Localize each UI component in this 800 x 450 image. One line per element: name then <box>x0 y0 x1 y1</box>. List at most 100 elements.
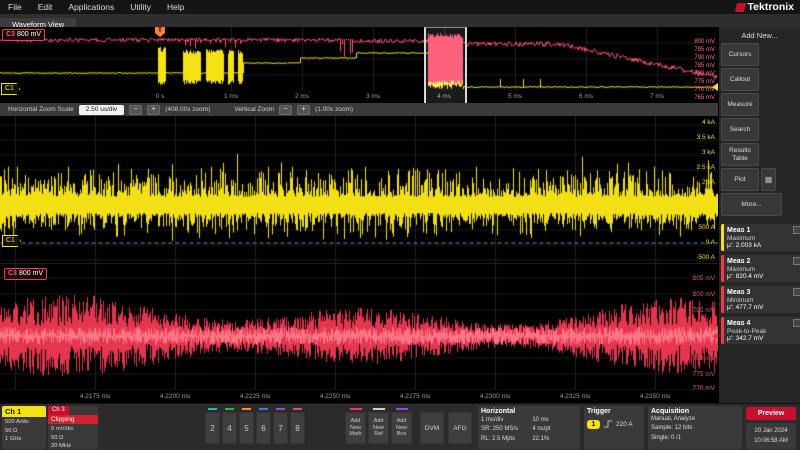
menu-bar: File Edit Applications Utility Help Tekt… <box>0 0 800 14</box>
ch3-label: C3 <box>8 270 17 277</box>
ch3-zoom-waveform-canvas[interactable] <box>0 264 718 391</box>
horizontal-zoom-plus-button[interactable]: + <box>147 105 160 115</box>
acquisition-mode: Manual, Analyze <box>651 415 739 424</box>
vertical-zoom-label: Vertical Zoom <box>234 106 274 113</box>
channel-7-button[interactable]: 7 <box>273 412 288 444</box>
ch1-bandwidth: 1 GHz <box>5 435 43 444</box>
apps-grid-icon-button[interactable]: ▦ <box>761 168 776 191</box>
callout-button[interactable]: Callout <box>721 68 759 91</box>
overview-axis-label: 785 mV <box>694 63 715 69</box>
zoom-view-ch1: 4 kA 3.5 kA 3 kA 2.5 kA 2 kA 1.5 kA 1 kA… <box>0 116 718 263</box>
horizontal-zoom-scale-label: Horizontal Zoom Scale <box>8 106 74 113</box>
channel-8-button[interactable]: 8 <box>290 412 305 444</box>
overview-axis-label: 780 mV <box>694 71 715 77</box>
channel-4-button[interactable]: 4 <box>222 412 237 444</box>
meas-3-badge[interactable]: Meas 3 Minimum μ': 477.7 mV <box>721 286 800 313</box>
tektronix-logo-text: Tektronix <box>748 1 794 13</box>
zoom-time-label: 4.2300 ms <box>480 393 510 400</box>
ch3-bandwidth: 20 MHz <box>51 442 95 449</box>
acquisition-single: Single: 0 /1 <box>651 434 739 443</box>
add-new-ref-line2: Ref <box>374 431 383 438</box>
meas-4-badge[interactable]: Meas 4 Peak-to-Peak μ': 342.7 mV <box>721 317 800 344</box>
overview-panel: 0 s 1 ms 2 ms 3 ms 4 ms 5 ms 6 ms 7 ms 8… <box>0 27 718 103</box>
ch3-label: C3 <box>6 31 15 38</box>
meas-1-name: Meas 1 <box>727 227 750 234</box>
dvm-button[interactable]: DVM <box>420 412 444 444</box>
oscilloscope-screen: File Edit Applications Utility Help Tekt… <box>0 0 800 450</box>
overview-ch1-marker[interactable]: C1 <box>1 83 20 95</box>
bus-color-icon <box>396 408 408 410</box>
vertical-zoom-minus-button[interactable]: − <box>279 105 292 115</box>
channel-5-button[interactable]: 5 <box>239 412 254 444</box>
overview-time-label: 0 s <box>156 93 165 100</box>
meas-expand-icon[interactable] <box>793 319 800 327</box>
zoom-time-label: 4.2275 ms <box>400 393 430 400</box>
zoom-time-label: 4.2175 ms <box>80 393 110 400</box>
acquisition-sample: Sample: 12 bits <box>651 424 739 433</box>
preview-button[interactable]: Preview <box>746 407 796 420</box>
add-new-ref-button[interactable]: Add New Ref <box>368 412 389 444</box>
meas-expand-icon[interactable] <box>793 288 800 296</box>
cursors-button[interactable]: Cursors <box>721 43 759 66</box>
plot-button[interactable]: Plot <box>721 168 759 191</box>
overview-time-label: 5 ms <box>508 93 522 100</box>
overview-axis-label: 800 mV <box>694 39 715 45</box>
meas-1-type: Maximum <box>727 235 800 242</box>
menu-utility[interactable]: Utility <box>130 2 151 12</box>
trigger-settings-badge[interactable]: Trigger 1 220 A <box>584 406 644 449</box>
meas-1-badge[interactable]: Meas 1 Maximum μ': 2.003 kA <box>721 224 800 251</box>
add-new-bus-line1: Add New <box>392 418 411 431</box>
add-new-title: Add New... <box>719 31 800 40</box>
ch7-color-icon <box>276 408 285 410</box>
add-new-math-line2: Math <box>349 431 361 438</box>
horizontal-zoom-minus-button[interactable]: − <box>129 105 142 115</box>
overview-waveform-canvas[interactable] <box>0 27 718 103</box>
afg-button[interactable]: AFG <box>448 412 472 444</box>
horizontal-title: Horizontal <box>481 408 577 415</box>
meas-2-badge[interactable]: Meas 2 Maximum μ': 820.4 mV <box>721 255 800 282</box>
ch1-ground-marker[interactable]: C1 <box>2 235 21 247</box>
overview-axis-label: 765 mV <box>694 95 715 101</box>
add-new-math-button[interactable]: Add New Math <box>345 412 366 444</box>
meas-4-value: μ': 342.7 mV <box>727 335 800 342</box>
meas-2-value: μ': 820.4 mV <box>727 273 800 280</box>
add-new-math-line1: Add New <box>346 418 365 431</box>
zoom-time-label: 4.2225 ms <box>240 393 270 400</box>
menu-file[interactable]: File <box>8 2 22 12</box>
ch1-zoom-waveform-canvas[interactable] <box>0 116 718 263</box>
ch3-zoom-badge[interactable]: C3800 mV <box>4 268 47 280</box>
menu-help[interactable]: Help <box>167 2 184 12</box>
trigger-title: Trigger <box>587 408 641 415</box>
ch3-settings-badge[interactable]: Ch 3 Clipping 5 mV/div 50 Ω 20 MHz <box>48 406 98 449</box>
overview-time-label: 7 ms <box>650 93 664 100</box>
zoom-selection-box[interactable] <box>424 27 467 103</box>
zoom-view-ch3: 805 mV 800 mV 795 mV 790 mV 785 mV 780 m… <box>0 263 718 391</box>
meas-expand-icon[interactable] <box>793 226 800 234</box>
meas-3-value: μ': 477.7 mV <box>727 304 800 311</box>
trigger-source-badge: 1 <box>587 420 600 429</box>
datetime-badge[interactable]: 20 Jan 2024 10:06:58 AM <box>746 423 796 449</box>
add-new-bus-button[interactable]: Add New Bus <box>391 412 412 444</box>
meas-2-name: Meas 2 <box>727 258 750 265</box>
menu-edit[interactable]: Edit <box>38 2 53 12</box>
search-button[interactable]: Search <box>721 118 759 141</box>
tektronix-logo-icon <box>734 3 745 12</box>
more-button[interactable]: More... <box>721 193 782 216</box>
channel-2-button[interactable]: 2 <box>205 412 220 444</box>
zoom-time-label: 4.2325 ms <box>560 393 590 400</box>
results-table-button[interactable]: Results Table <box>721 143 759 166</box>
channel-6-button[interactable]: 6 <box>256 412 271 444</box>
overview-ch3-badge[interactable]: C3800 mV <box>2 29 45 41</box>
measure-button[interactable]: Measure <box>721 93 759 116</box>
vertical-zoom-factor: (1.00x zoom) <box>315 106 353 113</box>
vertical-zoom-plus-button[interactable]: + <box>297 105 310 115</box>
acquisition-settings-badge[interactable]: Acquisition Manual, Analyze Sample: 12 b… <box>648 406 742 449</box>
horizontal-zoom-scale-value[interactable]: 2.50 us/div <box>79 105 124 115</box>
settings-bar: Ch 1 500 A/div 50 Ω 1 GHz Ch 3 Clipping … <box>0 403 800 450</box>
ch1-settings-badge[interactable]: Ch 1 500 A/div 50 Ω 1 GHz <box>2 406 46 449</box>
menu-applications[interactable]: Applications <box>68 2 114 12</box>
add-new-ref-line1: Add New <box>369 418 388 431</box>
ch5-color-icon <box>242 408 251 410</box>
horizontal-settings-badge[interactable]: Horizontal 1 ms/div 10 ms SR: 250 MS/s 4… <box>478 406 580 449</box>
meas-expand-icon[interactable] <box>793 257 800 265</box>
